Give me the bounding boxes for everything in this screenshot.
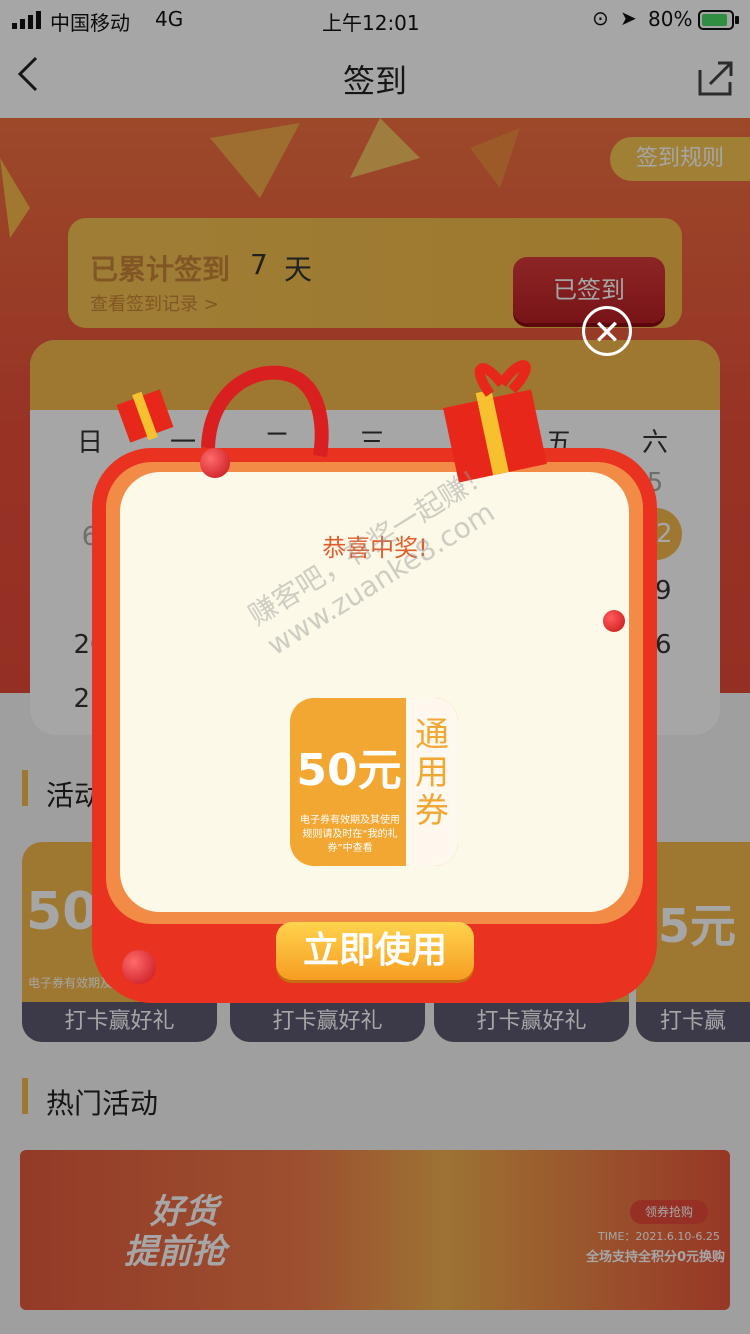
coupon-amount: 50元 [296,745,402,796]
ornament-ball [603,610,625,632]
gift-decoration-icon [116,360,547,483]
ornament-ball [122,950,156,984]
coupon-type: 通用券 [415,715,449,831]
close-icon[interactable]: ✕ [582,306,632,356]
prize-coupon: 50元 电子券有效期及其使用规则请及时在“我的礼券”中查看 通用券 [290,698,458,866]
ornament-ball [200,448,230,478]
coupon-note: 电子券有效期及其使用规则请及时在“我的礼券”中查看 [300,815,400,854]
use-now-button[interactable]: 立即使用 [276,922,474,980]
